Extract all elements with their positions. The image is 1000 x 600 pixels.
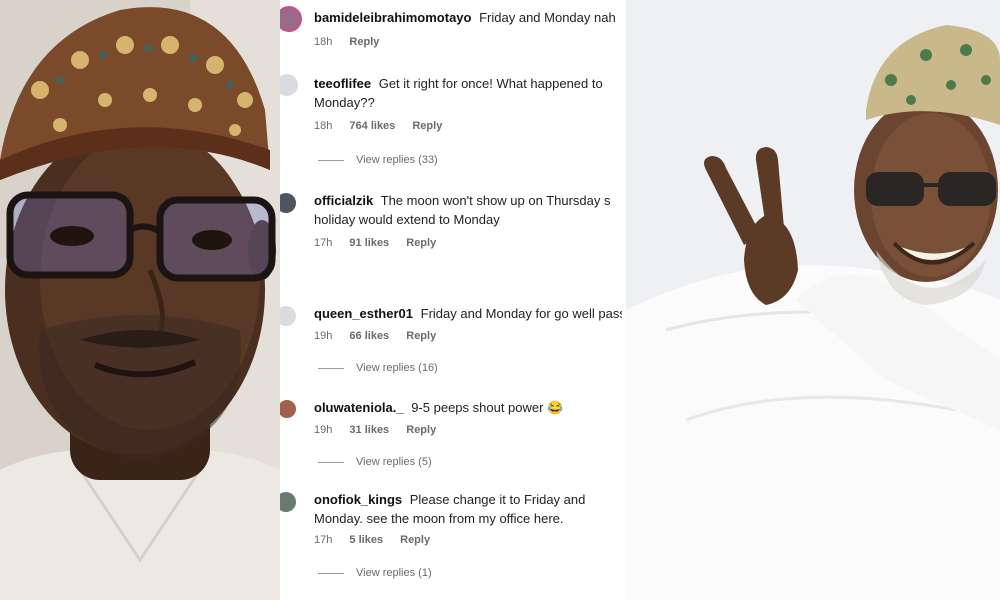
avatar[interactable]: [280, 400, 296, 418]
comments-panel: bamideleibrahimomotayo Friday and Monday…: [280, 0, 626, 600]
comment-username[interactable]: onofiok_kings: [314, 492, 402, 507]
comment-text: oluwateniola._ 9-5 peeps shout power 😂: [314, 398, 622, 417]
view-replies-button[interactable]: View replies (5): [318, 456, 432, 468]
comment-meta: 18h 764 likes Reply: [314, 120, 456, 132]
view-replies-label: View replies (1): [356, 567, 432, 579]
comment-text: queen_esther01 Friday and Monday for go …: [314, 304, 622, 323]
replies-divider-line: [318, 572, 344, 574]
replies-divider-line: [318, 461, 344, 463]
view-replies-button[interactable]: View replies (1): [318, 567, 432, 579]
comment-username[interactable]: officialzik: [314, 193, 373, 208]
comment-meta: 17h 91 likes Reply: [314, 237, 450, 249]
comment-text: officialzik The moon won't show up on Th…: [314, 191, 622, 229]
view-replies-button[interactable]: View replies (33): [318, 154, 438, 166]
reply-button[interactable]: Reply: [406, 330, 436, 342]
reply-button[interactable]: Reply: [406, 424, 436, 436]
comment-meta: 18h Reply: [314, 36, 393, 48]
reply-button[interactable]: Reply: [412, 120, 442, 132]
comment-time: 17h: [314, 534, 333, 546]
avatar[interactable]: [280, 306, 296, 326]
comment-likes[interactable]: 764 likes: [349, 120, 395, 132]
comment-time: 19h: [314, 424, 333, 436]
view-replies-button[interactable]: View replies (16): [318, 362, 438, 374]
avatar[interactable]: [280, 6, 302, 32]
comment-likes[interactable]: 31 likes: [349, 424, 389, 436]
comment-time: 19h: [314, 330, 333, 342]
comment-body: 9-5 peeps shout power 😂: [411, 400, 564, 415]
left-photo: [0, 0, 280, 600]
avatar[interactable]: [280, 74, 298, 96]
comment-body: Friday and Monday nah: [479, 10, 616, 25]
comment-text: onofiok_kings Please change it to Friday…: [314, 490, 622, 528]
view-replies-label: View replies (5): [356, 456, 432, 468]
replies-divider-line: [318, 159, 344, 161]
man-with-glasses-illustration: [0, 0, 280, 600]
reply-button[interactable]: Reply: [406, 237, 436, 249]
comment-time: 17h: [314, 237, 333, 249]
right-photo: [626, 0, 1000, 600]
comment-text: bamideleibrahimomotayo Friday and Monday…: [314, 8, 622, 27]
comment-username[interactable]: queen_esther01: [314, 306, 413, 321]
reply-button[interactable]: Reply: [349, 36, 379, 48]
comment-likes[interactable]: 5 likes: [349, 534, 383, 546]
reply-button[interactable]: Reply: [400, 534, 430, 546]
comment-meta: 17h 5 likes Reply: [314, 534, 444, 546]
comment-time: 18h: [314, 36, 333, 48]
view-replies-label: View replies (33): [356, 154, 438, 166]
comment-likes[interactable]: 66 likes: [349, 330, 389, 342]
avatar[interactable]: [280, 492, 296, 512]
comment-meta: 19h 31 likes Reply: [314, 424, 450, 436]
comment-username[interactable]: oluwateniola._: [314, 400, 404, 415]
comment-likes[interactable]: 91 likes: [349, 237, 389, 249]
replies-divider-line: [318, 367, 344, 369]
comment-body: Friday and Monday for go well pass n: [420, 306, 622, 321]
comment-username[interactable]: bamideleibrahimomotayo: [314, 10, 471, 25]
comment-text: teeoflifee Get it right for once! What h…: [314, 74, 622, 112]
comment-username[interactable]: teeoflifee: [314, 76, 371, 91]
view-replies-label: View replies (16): [356, 362, 438, 374]
avatar[interactable]: [280, 193, 296, 213]
comment-meta: 19h 66 likes Reply: [314, 330, 450, 342]
comment-time: 18h: [314, 120, 333, 132]
man-waving-illustration: [626, 0, 1000, 600]
